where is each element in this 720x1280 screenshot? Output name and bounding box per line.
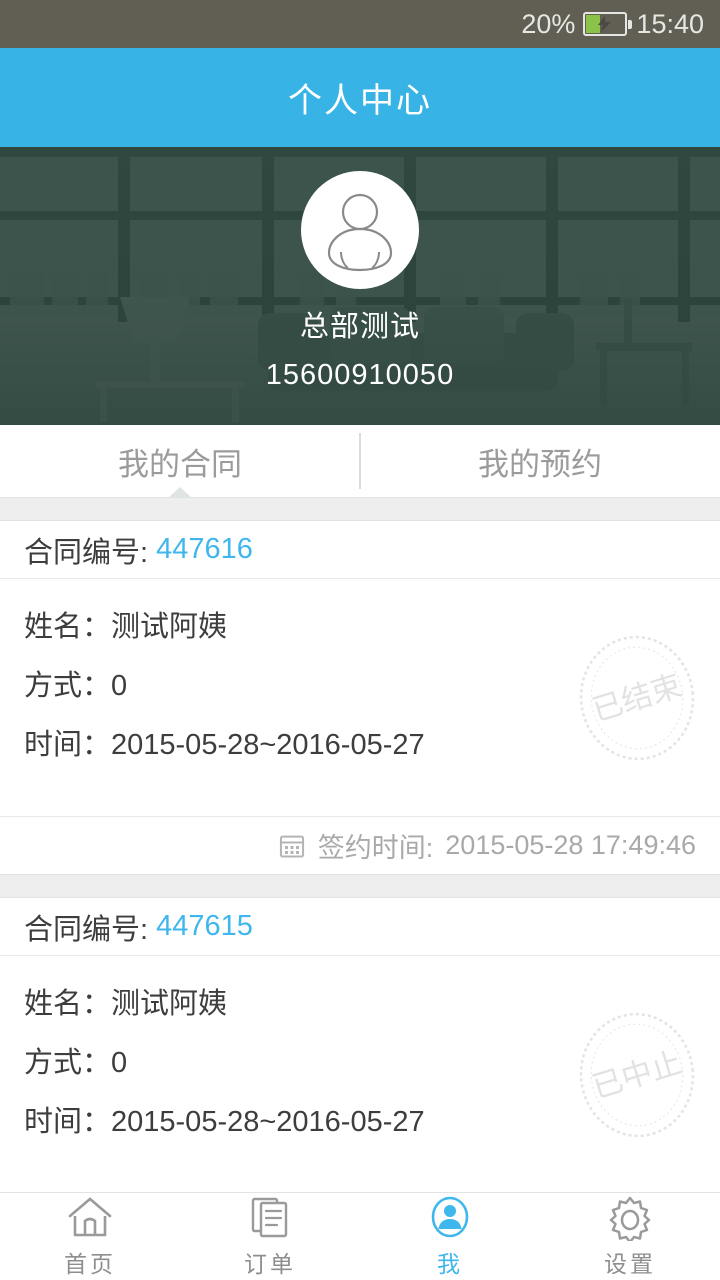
status-bar: 20% 15:40 [0, 0, 720, 48]
contract-method-label: 方式： [24, 1047, 112, 1079]
contract-time-row: 时间：2015-05-28~2016-05-27 [24, 731, 696, 760]
card-separator [0, 874, 720, 898]
nav-item-me-label: 我 [437, 1250, 463, 1277]
nav-item-home-label: 首页 [64, 1250, 116, 1277]
contract-name-label: 姓名： [24, 611, 112, 643]
battery-percent-label: 20% [521, 8, 576, 39]
contract-sign-time-row: 签约时间: 2015-05-28 17:49:46 [0, 816, 720, 874]
contract-name-value: 测试阿姨 [111, 988, 228, 1020]
contract-method-label: 方式： [24, 670, 112, 702]
contract-details: 姓名：测试阿姨 方式：0 时间：2015-05-28~2016-05-27 已中… [0, 956, 720, 1193]
user-avatar-icon [327, 193, 393, 272]
contract-number-value[interactable]: 447616 [156, 533, 253, 566]
calendar-icon [279, 835, 304, 857]
profile-name: 总部测试 [299, 311, 420, 343]
contract-method-value: 0 [111, 670, 128, 702]
sign-time-label: 签约时间: [317, 833, 434, 863]
contract-number-row: 合同编号: 447615 [0, 898, 720, 956]
nav-item-orders-label: 订单 [244, 1250, 296, 1277]
app-screen: 20% 15:40 个人中心 总部测试 15600910050 我的合同 我的预… [0, 0, 720, 1280]
contract-number-row: 合同编号: 447616 [0, 521, 720, 579]
nav-item-settings-label: 设置 [604, 1250, 656, 1277]
avatar[interactable] [301, 171, 419, 289]
profile-header: 总部测试 15600910050 [0, 147, 720, 425]
contract-time-value: 2015-05-28~2016-05-27 [111, 1106, 425, 1138]
nav-item-me[interactable]: 我 [360, 1193, 540, 1280]
contract-name-label: 姓名： [24, 988, 112, 1020]
contract-time-row: 时间：2015-05-28~2016-05-27 [24, 1108, 696, 1137]
tab-my-appointments-label: 我的预约 [478, 446, 602, 482]
contract-name-value: 测试阿姨 [111, 611, 228, 643]
contract-time-label: 时间： [24, 729, 112, 761]
clock-label: 15:40 [636, 8, 704, 39]
page-title-bar: 个人中心 [0, 48, 720, 147]
contract-number-label: 合同编号: [24, 536, 149, 569]
documents-icon [251, 1197, 288, 1237]
contract-card[interactable]: 合同编号: 447616 姓名：测试阿姨 方式：0 时间：2015-05-28~… [0, 521, 720, 874]
contract-name-row: 姓名：测试阿姨 [24, 613, 696, 642]
home-icon [68, 1196, 112, 1236]
contract-method-row: 方式：0 [24, 672, 696, 701]
tab-bar: 我的合同 我的预约 [0, 425, 720, 498]
profile-phone: 15600910050 [265, 359, 455, 391]
gear-icon [609, 1196, 651, 1241]
contract-number-value[interactable]: 447615 [156, 910, 253, 943]
person-circle-icon [431, 1196, 469, 1237]
nav-item-home[interactable]: 首页 [0, 1193, 180, 1280]
battery-charging-icon [583, 12, 633, 36]
tab-my-appointments[interactable]: 我的预约 [360, 425, 720, 497]
active-tab-caret-icon [168, 487, 192, 498]
sign-time-value: 2015-05-28 17:49:46 [445, 830, 696, 860]
nav-item-orders[interactable]: 订单 [180, 1193, 360, 1280]
contract-details: 姓名：测试阿姨 方式：0 时间：2015-05-28~2016-05-27 已结… [0, 579, 720, 816]
contract-number-label: 合同编号: [24, 913, 149, 946]
tab-divider [359, 433, 361, 489]
contract-method-row: 方式：0 [24, 1049, 696, 1078]
tab-my-contracts-label: 我的合同 [118, 446, 242, 482]
bottom-navigation: 首页 订单 我 设置 [0, 1192, 720, 1280]
section-separator [0, 497, 720, 521]
page-title: 个人中心 [288, 82, 432, 120]
lightning-bolt-icon [598, 16, 612, 32]
contract-time-value: 2015-05-28~2016-05-27 [111, 729, 425, 761]
contract-method-value: 0 [111, 1047, 128, 1079]
contract-time-label: 时间： [24, 1106, 112, 1138]
contract-card[interactable]: 合同编号: 447615 姓名：测试阿姨 方式：0 时间：2015-05-28~… [0, 898, 720, 1193]
contract-name-row: 姓名：测试阿姨 [24, 990, 696, 1019]
nav-item-settings[interactable]: 设置 [540, 1193, 720, 1280]
